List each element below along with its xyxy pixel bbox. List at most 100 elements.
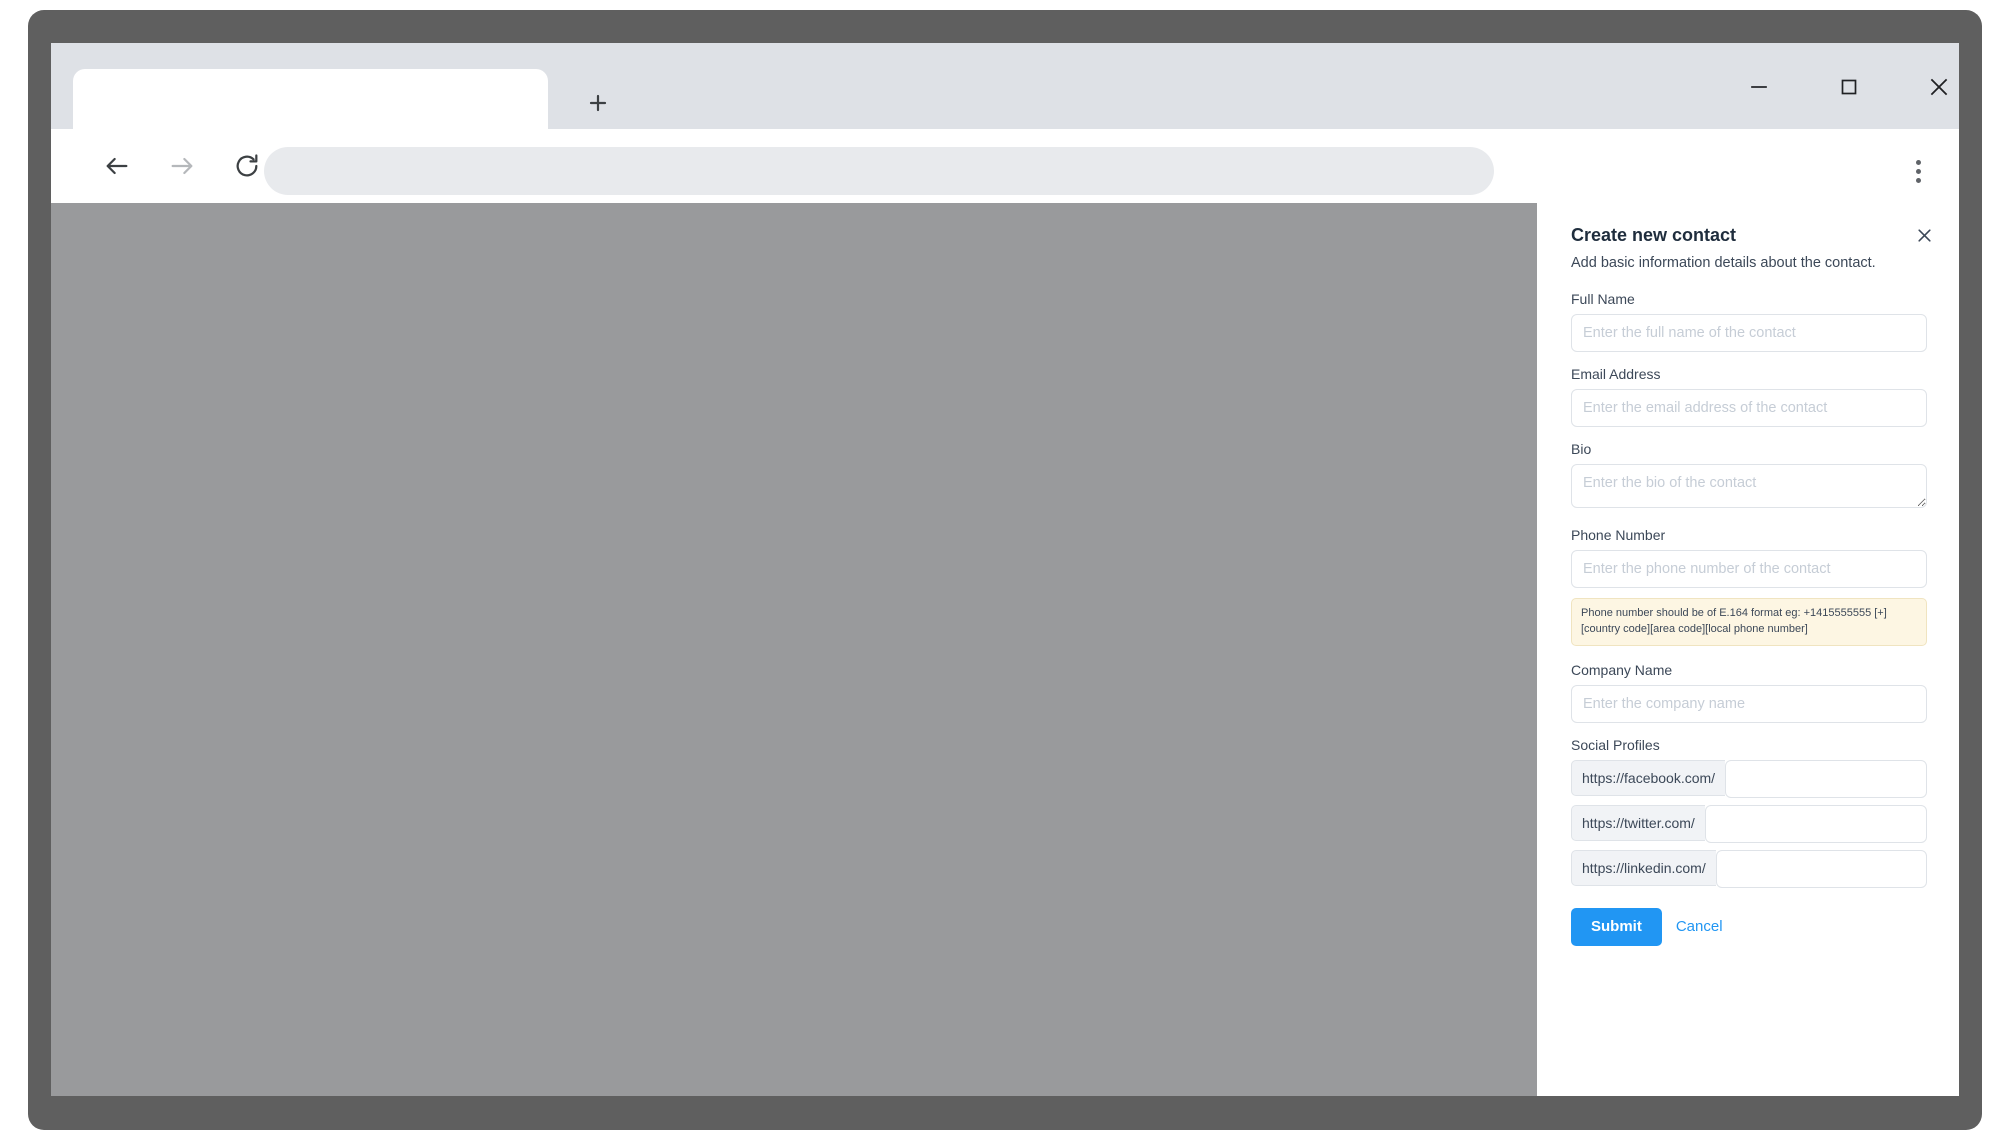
social-row-twitter: https://twitter.com/ <box>1571 804 1927 843</box>
kebab-dot <box>251 1070 255 1075</box>
label-email-address: Email Address <box>1571 366 1661 382</box>
hash-icon: # <box>69 391 80 412</box>
add-tag-icon[interactable]: + <box>233 394 249 410</box>
close-icon <box>1930 78 1948 96</box>
browser-toolbar <box>51 129 1959 203</box>
sidebar-item-label-home: Home <box>84 304 125 322</box>
facebook-handle-input[interactable] <box>1725 759 1927 798</box>
profile-names: Raji Nair Administrator <box>109 1053 180 1091</box>
sort-toggle-phone[interactable] <box>1015 277 1024 290</box>
browser-menu-button[interactable] <box>1896 147 1940 195</box>
user-profile-row[interactable]: RN Raji Nair Administrator 🔔 <box>51 1048 275 1096</box>
kebab-dot <box>251 1077 255 1082</box>
social-row-facebook: https://facebook.com/ <box>1571 759 1927 798</box>
cell-name: RN Raji Nair View details <box>275 303 624 360</box>
chatwoot-logo-icon <box>65 221 101 257</box>
label-company-name: Company Name <box>1571 661 1673 678</box>
window-close-button[interactable] <box>1908 63 1959 111</box>
window-minimize-button[interactable] <box>1728 63 1790 111</box>
sidebar-item-tagged-with[interactable]: # Tagged with + <box>61 385 257 419</box>
column-header-name[interactable]: NAME <box>275 263 624 304</box>
modal-actions: Submit Cancel <box>1571 907 1927 946</box>
modal-title: Create new contact <box>1571 225 1737 245</box>
create-contact-modal: Create new contact Add basic information… <box>1537 203 1959 1096</box>
linkedin-handle-input[interactable] <box>1715 849 1927 888</box>
avatar: RN <box>291 316 321 346</box>
facebook-url-prefix: https://facebook.com/ <box>1571 759 1726 796</box>
field-bio: Bio <box>1571 441 1927 513</box>
pagination-range: 1 - 1 <box>291 1064 320 1081</box>
modal-subtitle: Add basic information details about the … <box>1571 255 1876 271</box>
label-social-profiles: Social Profiles <box>1571 736 1660 753</box>
cancel-button[interactable]: Cancel <box>1676 918 1723 935</box>
plus-icon <box>589 94 607 112</box>
contact-name: Raji Nair <box>333 313 387 330</box>
browser-tab[interactable] <box>73 69 548 129</box>
address-bar[interactable] <box>264 147 1494 195</box>
cell-email-address <box>623 303 892 360</box>
column-label: PHONE NUMBER <box>899 275 1007 290</box>
field-social-profiles: Social Profiles https://facebook.com/ ht… <box>1571 736 1927 888</box>
twitter-handle-input[interactable] <box>1704 804 1927 843</box>
column-header-phone-number[interactable]: PHONE NUMBER <box>891 263 1125 304</box>
online-status-dot <box>67 1022 76 1031</box>
sidebar-item-label-all-contacts: All Contacts <box>93 341 174 359</box>
company-name-input[interactable] <box>1571 684 1927 723</box>
pagination-label: 1 - 1 of 1 items <box>291 1065 384 1081</box>
profile-name: Raji Nair <box>109 1054 163 1071</box>
modal-close-button[interactable] <box>1911 222 1937 248</box>
submit-button[interactable]: Submit <box>1571 907 1662 946</box>
availability-status-row[interactable]: Online Change <box>51 1004 275 1048</box>
phone-number-input[interactable] <box>1571 550 1927 588</box>
back-button[interactable] <box>93 142 141 190</box>
cell-phone-number: --- <box>891 303 1125 360</box>
column-label: CITY <box>1371 275 1402 290</box>
linkedin-url-prefix: https://linkedin.com/ <box>1571 849 1716 886</box>
scrollbar-thumb[interactable] <box>292 361 1712 374</box>
sidebar-item-label-tagged-with: Tagged with <box>89 393 170 411</box>
scroll-left-arrow-icon[interactable] <box>275 359 292 376</box>
field-full-name: Full Name <box>1571 291 1927 352</box>
label-phone-number: Phone Number <box>1571 527 1666 543</box>
profile-options-button[interactable] <box>245 1063 261 1082</box>
bell-icon[interactable]: 🔔 <box>214 1063 235 1083</box>
browser-tab-strip <box>51 43 1959 129</box>
bio-textarea[interactable] <box>1571 464 1927 508</box>
chevron-left-icon: ‹ <box>69 304 74 322</box>
minimize-icon <box>1751 86 1767 88</box>
full-name-input[interactable] <box>1571 314 1927 352</box>
sidebar-item-all-contacts[interactable]: All Contacts <box>61 333 257 367</box>
column-header-email-address[interactable]: EMAIL ADDRESS <box>623 263 892 304</box>
new-tab-button[interactable] <box>576 81 620 125</box>
view-details-link[interactable]: View details <box>333 332 402 347</box>
label-full-name: Full Name <box>1571 291 1635 307</box>
field-phone-number: Phone Number <box>1571 527 1927 588</box>
sidebar-item-home[interactable]: ‹ Home <box>61 296 257 330</box>
column-label: EMAIL ADDRESS <box>631 275 737 290</box>
window-maximize-button[interactable] <box>1818 63 1880 111</box>
maximize-icon <box>1841 79 1857 95</box>
chatwoot-logo[interactable]: chatwoot <box>65 221 228 257</box>
phone-value: --- <box>899 323 917 339</box>
email-address-input[interactable] <box>1571 389 1927 427</box>
close-icon <box>1917 228 1931 242</box>
sort-toggle-email[interactable] <box>745 277 754 290</box>
status-label: Online <box>86 1018 127 1035</box>
sort-toggle-name[interactable] <box>329 277 338 290</box>
forward-button[interactable] <box>158 142 206 190</box>
kebab-dot <box>251 1063 255 1068</box>
pagination-middle: of <box>319 1064 339 1081</box>
pagination-suffix: items <box>346 1064 384 1081</box>
field-email-address: Email Address <box>1571 366 1927 427</box>
kebab-dot <box>1915 159 1921 165</box>
change-status-button[interactable]: Change <box>210 1019 259 1035</box>
twitter-url-prefix: https://twitter.com/ <box>1571 804 1705 841</box>
field-company-name: Company Name <box>1571 662 1927 723</box>
sidebar-footer: Online Change RN Raji Nair Administrator… <box>51 1004 275 1096</box>
page-title: Contacts <box>291 218 386 246</box>
profile-role: Administrator <box>109 1075 180 1090</box>
sidebar: chatwoot ‹ Home All Contacts # Tagged wi… <box>51 203 275 1096</box>
browser-window: chatwoot ‹ Home All Contacts # Tagged wi… <box>51 43 1959 1096</box>
phone-format-hint: Phone number should be of E.164 format e… <box>1571 598 1927 646</box>
cell-company: --- <box>1124 303 1364 360</box>
